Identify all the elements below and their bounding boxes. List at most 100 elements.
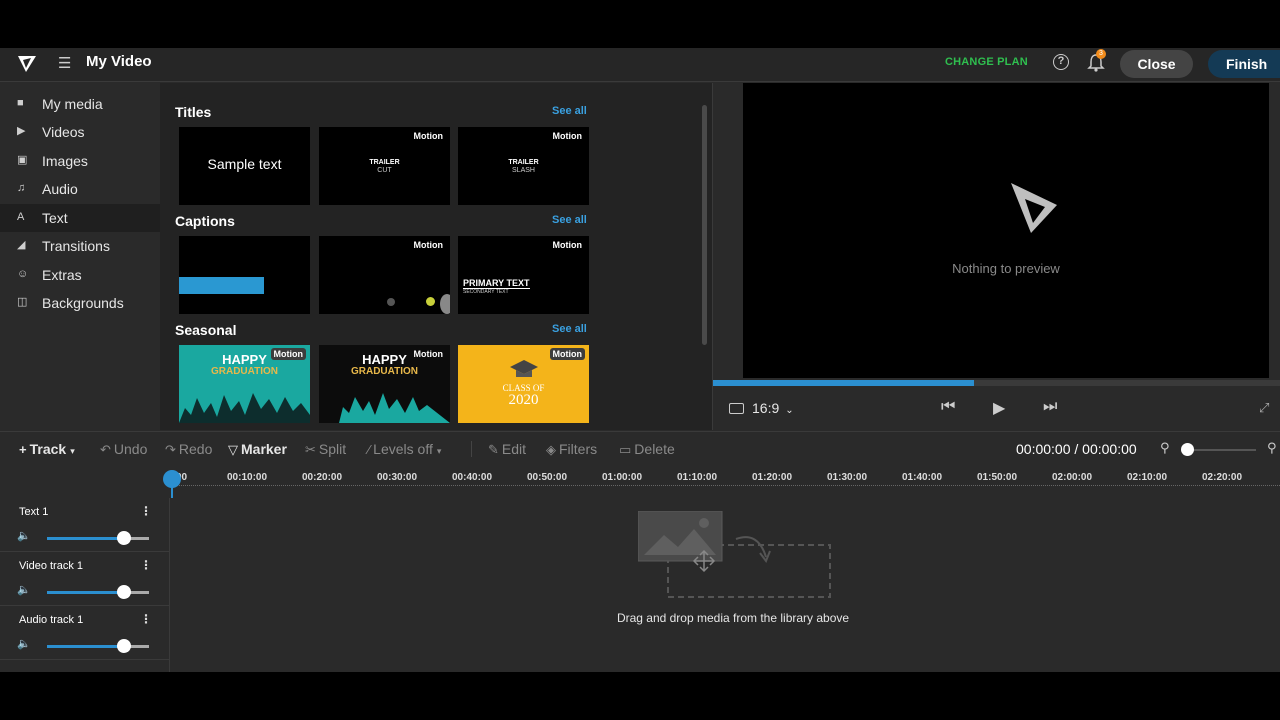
crowd-silhouette <box>339 393 450 423</box>
change-plan-link[interactable]: CHANGE PLAN <box>945 56 1028 68</box>
help-icon[interactable]: ? <box>1053 54 1069 70</box>
volume-icon[interactable]: 🔈 <box>17 529 31 542</box>
split-button[interactable]: ✂ Split <box>305 441 346 458</box>
sidebar-item-extras[interactable]: ☺ Extras <box>0 261 160 289</box>
track-headers: Text 1 ⋮ 🔈 Video track 1 ⋮ 🔈 Audio track… <box>0 498 170 672</box>
chevron-down-icon: ▾ <box>70 446 75 456</box>
track-name[interactable]: Text 1 <box>19 506 48 518</box>
zoom-in-icon[interactable]: ⚲ <box>1267 440 1277 456</box>
undo-button[interactable]: ↶ Undo <box>100 441 147 458</box>
text-icon: A <box>17 211 25 223</box>
app-logo-icon[interactable] <box>17 54 37 74</box>
see-all-titles-link[interactable]: See all <box>552 105 587 117</box>
more-vertical-icon[interactable]: ⋮ <box>140 612 152 626</box>
title-thumbnail-trailer-slash[interactable]: Motion TRAILER SLASH <box>458 127 589 205</box>
finish-button[interactable]: Finish <box>1208 50 1280 78</box>
preview-canvas[interactable]: Nothing to preview <box>743 83 1269 378</box>
filters-icon: ◈ <box>546 442 556 457</box>
video-icon: ▶ <box>17 125 26 137</box>
library-scrollbar[interactable] <box>702 105 707 345</box>
add-track-button[interactable]: + Track ▾ <box>19 441 75 457</box>
timeline-toolbar: + Track ▾ ↶ Undo ↷ Redo ▽ Marker ✂ Split ∕ Leve… <box>0 431 1280 465</box>
sidebar-item-label: Extras <box>42 267 82 283</box>
project-title[interactable]: My Video <box>86 53 152 70</box>
preview-panel: Nothing to preview 16:9 ⌄ ⏮ ▶ ⏭ ⤢ <box>712 83 1280 430</box>
sidebar-item-videos[interactable]: ▶ Videos <box>0 118 160 146</box>
volume-slider[interactable] <box>47 537 149 540</box>
levels-dropdown[interactable]: ∕ Levels off ▾ <box>368 441 441 457</box>
more-vertical-icon[interactable]: ⋮ <box>140 558 152 572</box>
ruler-tick-label: 02:20:00 <box>1202 472 1243 483</box>
backgrounds-icon: ◫ <box>17 296 28 308</box>
title-thumbnail-trailer-cut[interactable]: Motion TRAILER CUT <box>319 127 450 205</box>
volume-slider[interactable] <box>47 591 149 594</box>
volume-slider-handle[interactable] <box>116 531 131 545</box>
menu-icon[interactable]: ☰ <box>58 56 72 72</box>
caption-thumbnail-blue-bar[interactable] <box>179 236 310 314</box>
marker-button[interactable]: ▽ Marker <box>228 441 287 458</box>
see-all-seasonal-link[interactable]: See all <box>552 323 587 335</box>
seasonal-thumbnail-class-of-2020[interactable]: Motion CLASS OF 2020 <box>458 345 589 423</box>
seasonal-thumbnail-graduation-teal[interactable]: Motion HAPPY GRADUATION <box>179 345 310 423</box>
volume-icon[interactable]: 🔈 <box>17 583 31 596</box>
sidebar-item-audio[interactable]: ♫ Audio <box>0 175 160 203</box>
motion-badge: Motion <box>413 131 444 141</box>
ruler-tick-label: 01:30:00 <box>827 472 868 483</box>
aspect-ratio-dropdown[interactable]: 16:9 ⌄ <box>729 400 794 416</box>
timeline-drop-zone[interactable]: Drag and drop media from the library abo… <box>171 498 1280 672</box>
sidebar-item-label: Images <box>42 153 88 169</box>
sidebar-item-label: Videos <box>42 124 85 140</box>
play-icon[interactable]: ▶ <box>993 398 1005 418</box>
close-button[interactable]: Close <box>1120 50 1193 78</box>
zoom-out-icon[interactable]: ⚲ <box>1160 440 1170 456</box>
sidebar-item-my-media[interactable]: ■ My media <box>0 90 160 118</box>
thumbnail-text: HAPPY <box>362 352 407 367</box>
title-thumbnail-sample-text[interactable]: Sample text <box>179 127 310 205</box>
volume-icon[interactable]: 🔈 <box>17 637 31 650</box>
skip-back-icon[interactable]: ⏮ <box>941 398 955 416</box>
graduation-cap-icon <box>510 360 538 377</box>
section-title-titles: Titles <box>175 104 212 120</box>
sidebar-item-text[interactable]: A Text <box>0 204 160 232</box>
seasonal-thumbnail-graduation-dark[interactable]: Motion HAPPY GRADUATION <box>319 345 450 423</box>
levels-label: Levels off <box>373 441 433 457</box>
edit-label: Edit <box>501 441 527 457</box>
thumbnail-subtext: 2020 <box>508 392 539 408</box>
ruler-tick-label: 00:30:00 <box>377 472 418 483</box>
see-all-captions-link[interactable]: See all <box>552 214 587 226</box>
preview-progress-bar[interactable] <box>713 380 1280 386</box>
zoom-slider[interactable] <box>1186 449 1256 451</box>
caption-bar-shape <box>179 277 264 294</box>
sidebar-item-backgrounds[interactable]: ◫ Backgrounds <box>0 289 160 317</box>
volume-slider-handle[interactable] <box>116 585 131 599</box>
track-name[interactable]: Video track 1 <box>19 560 83 572</box>
undo-label: Undo <box>113 441 148 457</box>
section-title-captions: Captions <box>175 213 235 229</box>
track-name[interactable]: Audio track 1 <box>19 614 83 626</box>
app-logo-icon <box>1011 183 1057 233</box>
skip-forward-icon[interactable]: ⏭ <box>1043 398 1057 416</box>
ruler-tick-label: 01:50:00 <box>977 472 1018 483</box>
track-header-audio-1: Audio track 1 ⋮ 🔈 <box>0 606 170 660</box>
more-vertical-icon[interactable]: ⋮ <box>140 504 152 518</box>
filters-button[interactable]: ◈ Filters <box>546 441 597 458</box>
thumbnail-subtext: SLASH <box>512 167 535 174</box>
caption-thumbnail-dots[interactable]: Motion <box>319 236 450 314</box>
zoom-slider-handle[interactable] <box>1181 443 1194 456</box>
timeline-ruler[interactable]: 00 00:10:00 00:20:00 00:30:00 00:40:00 00:50:… <box>0 465 1280 498</box>
caption-thumbnail-primary-text[interactable]: Motion PRIMARY TEXT SECONDARY TEXT <box>458 236 589 314</box>
motion-badge: Motion <box>552 240 583 250</box>
volume-slider[interactable] <box>47 645 149 648</box>
delete-button[interactable]: ▭ Delete <box>619 441 675 458</box>
video-editor-app: ☰ My Video CHANGE PLAN ? 3 Close Finish … <box>0 48 1280 672</box>
redo-button[interactable]: ↷ Redo <box>165 441 212 458</box>
sidebar-item-transitions[interactable]: ◢ Transitions <box>0 232 160 260</box>
redo-icon: ↷ <box>165 442 176 457</box>
sidebar-item-images[interactable]: ▣ Images <box>0 147 160 175</box>
edit-button[interactable]: ✎ Edit <box>488 441 526 458</box>
volume-slider-handle[interactable] <box>116 639 131 653</box>
volume-fill <box>47 591 124 594</box>
fullscreen-icon[interactable]: ⤢ <box>1259 400 1275 416</box>
sidebar-item-label: Backgrounds <box>42 295 124 311</box>
notification-badge: 3 <box>1096 49 1106 59</box>
